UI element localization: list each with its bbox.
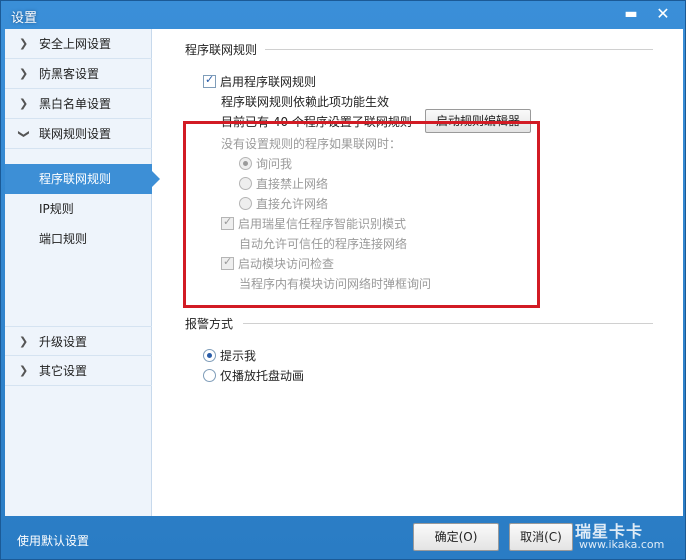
chevron-right-icon: ❯: [19, 67, 29, 80]
sidebar-item-label: 端口规则: [39, 232, 88, 246]
chevron-right-icon: ❯: [19, 97, 29, 110]
sidebar-item-port-rules[interactable]: 端口规则: [5, 224, 152, 254]
smart-mode-hint: 自动允许可信任的程序连接网络: [239, 237, 408, 251]
sidebar-item-label: 防黑客设置: [39, 67, 100, 81]
radio-label: 仅播放托盘动画: [220, 369, 305, 383]
radio-label: 直接禁止网络: [256, 177, 329, 191]
client-area: ❯ 安全上网设置 ❯ 防黑客设置 ❯ 黑白名单设置 ❯ 联网规则设置 程序联网规…: [5, 29, 683, 516]
settings-window: 设置 ▬ ✕ ❯ 安全上网设置 ❯ 防黑客设置 ❯ 黑白名单设置 ❯ 联网规则设…: [0, 0, 686, 560]
radio-alarm-tray[interactable]: 仅播放托盘动画: [203, 367, 304, 384]
radio-icon: [239, 157, 252, 170]
watermark-url: www.ikaka.com: [579, 538, 665, 551]
radio-alarm-notify[interactable]: 提示我: [203, 347, 256, 364]
no-rule-prompt: 没有设置规则的程序如果联网时：: [221, 137, 402, 151]
radio-icon: [203, 349, 216, 362]
sidebar-item-security-browsing[interactable]: ❯ 安全上网设置: [5, 29, 152, 59]
section-title-alarm: 报警方式: [185, 317, 234, 331]
open-rule-editor-button[interactable]: 启动规则编辑器: [425, 109, 531, 133]
chevron-right-icon: ❯: [19, 37, 29, 50]
sidebar-item-label: 其它设置: [39, 364, 88, 378]
radio-label: 提示我: [220, 349, 257, 363]
radio-icon: [239, 197, 252, 210]
chevron-right-icon: ❯: [19, 364, 29, 377]
radio-label: 询问我: [256, 157, 293, 171]
radio-block-network[interactable]: 直接禁止网络: [239, 175, 328, 192]
sidebar-item-label: 升级设置: [39, 335, 88, 349]
smart-mode-label: 启用瑞星信任程序智能识别模式: [238, 217, 407, 231]
module-check-checkbox[interactable]: 启动模块访问检查: [221, 255, 334, 272]
sidebar-item-upgrade[interactable]: ❯ 升级设置: [5, 326, 152, 356]
minimize-button[interactable]: ▬: [619, 4, 643, 24]
checkbox-icon: [203, 73, 216, 88]
section-divider: [243, 323, 653, 324]
use-default-settings-link[interactable]: 使用默认设置: [17, 532, 89, 549]
sidebar-item-program-rules[interactable]: 程序联网规则: [5, 164, 160, 194]
cancel-button[interactable]: 取消(C): [509, 523, 573, 551]
smart-mode-checkbox[interactable]: 启用瑞星信任程序智能识别模式: [221, 215, 406, 232]
sidebar-item-label: 黑白名单设置: [39, 97, 112, 111]
sidebar-item-anti-hacker[interactable]: ❯ 防黑客设置: [5, 59, 152, 89]
radio-allow-network[interactable]: 直接允许网络: [239, 195, 328, 212]
close-button[interactable]: ✕: [651, 4, 675, 24]
enable-rules-label: 启用程序联网规则: [220, 75, 317, 89]
chevron-down-icon: ❯: [17, 129, 31, 139]
checkbox-icon: [221, 215, 234, 230]
section-title-program-rules: 程序联网规则: [185, 43, 258, 57]
watermark-logo: 瑞星卡卡 www.ikaka.com: [575, 516, 685, 560]
sidebar-item-black-white-list[interactable]: ❯ 黑白名单设置: [5, 89, 152, 119]
checkbox-icon: [221, 255, 234, 270]
sidebar-item-label: 安全上网设置: [39, 37, 112, 51]
sidebar: ❯ 安全上网设置 ❯ 防黑客设置 ❯ 黑白名单设置 ❯ 联网规则设置 程序联网规…: [5, 29, 160, 516]
enable-rules-hint: 程序联网规则依赖此项功能生效: [221, 95, 390, 109]
sidebar-item-network-rules[interactable]: ❯ 联网规则设置: [5, 119, 152, 149]
sidebar-item-label: 联网规则设置: [39, 127, 112, 141]
sidebar-item-other[interactable]: ❯ 其它设置: [5, 356, 152, 386]
window-title: 设置: [11, 11, 38, 26]
chevron-right-icon: ❯: [19, 335, 29, 348]
sidebar-item-label: IP规则: [39, 202, 74, 216]
settings-content: 程序联网规则 启用程序联网规则 程序联网规则依赖此项功能生效 目前已有 40 个…: [153, 29, 683, 516]
module-check-label: 启动模块访问检查: [238, 257, 335, 271]
sidebar-item-label: 程序联网规则: [39, 172, 112, 186]
module-check-hint: 当程序内有模块访问网络时弹框询问: [239, 277, 432, 291]
footer: 使用默认设置 确定(O) 取消(C) 瑞星卡卡 www.ikaka.com: [1, 516, 686, 560]
title-bar[interactable]: 设置 ▬ ✕: [1, 1, 686, 29]
ok-button[interactable]: 确定(O): [413, 523, 499, 551]
section-divider: [265, 49, 653, 50]
radio-ask-me[interactable]: 询问我: [239, 155, 292, 172]
radio-label: 直接允许网络: [256, 197, 329, 211]
enable-rules-checkbox[interactable]: 启用程序联网规则: [203, 73, 316, 90]
radio-icon: [203, 369, 216, 382]
radio-icon: [239, 177, 252, 190]
sidebar-item-ip-rules[interactable]: IP规则: [5, 194, 152, 224]
rule-count-text: 目前已有 40 个程序设置了联网规则: [221, 115, 412, 129]
